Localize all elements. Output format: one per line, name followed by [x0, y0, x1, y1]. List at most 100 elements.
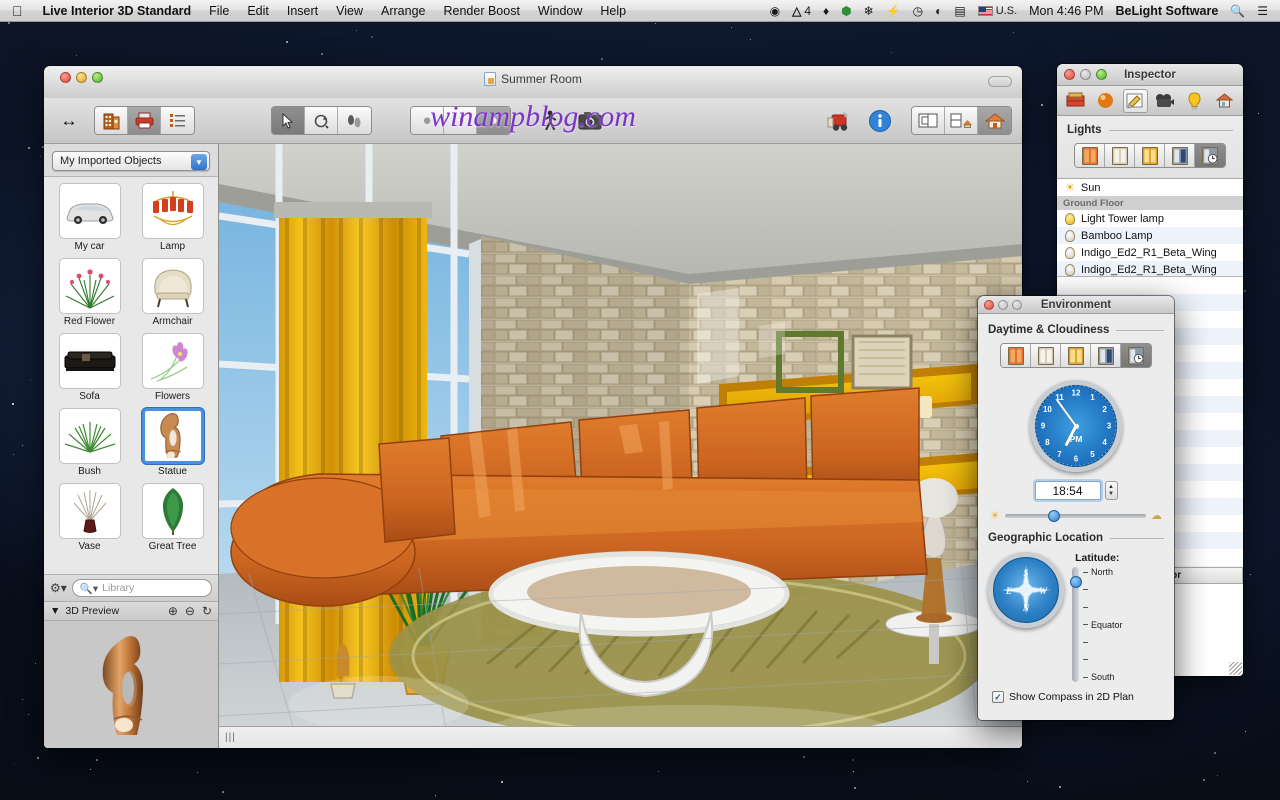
environment-titlebar[interactable]: Environment [978, 296, 1174, 314]
library-item-red-flower[interactable]: Red Flower [50, 258, 129, 331]
latitude-body[interactable]: North Equator South [1072, 567, 1123, 682]
toolbar-group-render[interactable]: ● ◑ ◑ [410, 106, 511, 135]
toolbar-group-tools[interactable] [271, 106, 372, 135]
daytime-preset-sunset[interactable] [1001, 344, 1031, 367]
light-preset-day[interactable] [1105, 144, 1135, 167]
time-row[interactable]: 18:54 ▲ ▼ [988, 481, 1164, 500]
library-item-armchair[interactable]: Armchair [133, 258, 212, 331]
library-object-grid[interactable]: My car Lamp Red Flower Armchair Sofa Flo… [44, 176, 218, 575]
menu-bar[interactable]:  Live Interior 3D Standard File Edit In… [0, 0, 1280, 22]
light-tab[interactable] [1182, 89, 1207, 113]
checkmark-badge-icon[interactable]: ◉ [764, 0, 786, 21]
leaf-icon[interactable]: ❄ [858, 0, 880, 21]
slider-knob[interactable] [1048, 510, 1060, 522]
evernote-icon[interactable]: ⬢ [835, 0, 857, 21]
compass-dial[interactable]: S W N E [988, 552, 1064, 628]
light-row[interactable]: Indigo_Ed2_R1_Beta_Wing [1057, 244, 1243, 261]
library-item-vase[interactable]: Vase [50, 483, 129, 556]
library-category-popup[interactable]: My Imported Objects ▼ [52, 151, 210, 171]
camera-icon[interactable] [575, 107, 605, 135]
resize-grip-icon[interactable] [1229, 662, 1242, 675]
main-application-window[interactable]: Summer Room ↔ ● ◑ ◑ winampblog.com My Im… [44, 66, 1022, 748]
flash-icon[interactable]: ⚡ [880, 0, 907, 21]
library-item-my-car[interactable]: My car [50, 183, 129, 256]
light-preset-evening[interactable] [1075, 144, 1105, 167]
menu-window[interactable]: Window [529, 0, 591, 21]
site-tab[interactable] [1212, 89, 1237, 113]
daytime-preset-warm[interactable] [1061, 344, 1091, 367]
arrow-select-tool[interactable] [272, 107, 305, 134]
library-item-lamp[interactable]: Lamp [133, 183, 212, 256]
slider-track[interactable] [1005, 514, 1146, 518]
close-button[interactable] [1064, 69, 1075, 80]
gouraud-shading-icon[interactable]: ◑ [444, 107, 477, 134]
main-window-titlebar[interactable]: Summer Room [44, 66, 1022, 98]
menu-help[interactable]: Help [591, 0, 635, 21]
environment-window[interactable]: Environment Daytime & Cloudiness PM 12 1… [978, 296, 1174, 720]
search-icon[interactable]: 🔍 [1224, 0, 1251, 21]
split-view-icon[interactable] [945, 107, 978, 134]
inspector-tab-bar[interactable] [1057, 86, 1243, 116]
chevron-down-icon[interactable]: ▼ [191, 154, 207, 170]
menu-view[interactable]: View [327, 0, 372, 21]
menu-insert[interactable]: Insert [278, 0, 327, 21]
zoom-button[interactable] [1012, 300, 1022, 310]
menu-render-boost[interactable]: Render Boost [434, 0, 528, 21]
light-preset-segmented-control[interactable] [1074, 143, 1226, 168]
zoom-in-icon[interactable]: ⊕ [168, 604, 178, 618]
light-row[interactable]: Bamboo Lamp [1057, 227, 1243, 244]
menu-bar-clock[interactable]: Mon 4:46 PM [1023, 0, 1109, 21]
walking-person-icon[interactable] [535, 107, 565, 135]
library-item-flowers[interactable]: Flowers [133, 333, 212, 406]
clock-icon[interactable]: ◷ [907, 0, 929, 21]
stepper-up-icon[interactable]: ▲ [1108, 484, 1114, 491]
preview-buttons[interactable]: ⊕ ⊖ ↻ [168, 604, 212, 618]
library-sidebar[interactable]: My Imported Objects ▼ My car Lamp Red Fl… [44, 144, 219, 748]
camera-tab[interactable] [1152, 89, 1177, 113]
daytime-preset-segmented-control[interactable] [1000, 343, 1152, 368]
latitude-control[interactable]: Latitude: North Equator South [1072, 552, 1123, 682]
library-item-statue[interactable]: Statue [133, 408, 212, 481]
light-preset-auto-time[interactable] [1195, 144, 1225, 167]
search-input[interactable]: 🔍▾ Library [72, 579, 212, 597]
app-name-menu[interactable]: Live Interior 3D Standard [34, 0, 201, 21]
rotate-icon[interactable]: ↻ [202, 604, 212, 618]
inspector-titlebar[interactable]: Inspector [1057, 64, 1243, 86]
library-item-bush[interactable]: Bush [50, 408, 129, 481]
toolbar-group-layout[interactable] [911, 106, 1012, 135]
list-icon[interactable] [161, 107, 194, 134]
render-truck-icon[interactable] [825, 107, 855, 135]
print-icon[interactable] [128, 107, 161, 134]
light-preset-warm[interactable] [1135, 144, 1165, 167]
time-of-day-clock[interactable]: PM 12 1 2 3 4 5 6 7 8 9 10 11 [1030, 380, 1122, 472]
battery-icon[interactable]: ▤ [948, 0, 971, 21]
rotate-tool[interactable] [305, 107, 338, 134]
walk-feet-tool[interactable] [338, 107, 371, 134]
arrows-horizontal-icon[interactable]: ↔ [54, 107, 84, 135]
time-stepper[interactable]: ▲ ▼ [1105, 481, 1118, 500]
gear-icon[interactable]: ⚙▾ [50, 581, 67, 595]
preview-viewport[interactable] [44, 621, 218, 748]
dropbox-icon[interactable]: ♦ [817, 0, 835, 21]
checkbox[interactable]: ✓ [992, 691, 1004, 703]
preview-header[interactable]: ▼ 3D Preview ⊕ ⊖ ↻ [44, 601, 218, 621]
daytime-preset-custom-time[interactable] [1121, 344, 1151, 367]
phong-shading-icon[interactable]: ◑ [477, 107, 510, 134]
daytime-preset-daylight[interactable] [1031, 344, 1061, 367]
library-item-great-tree[interactable]: Great Tree [133, 483, 212, 556]
cloudiness-slider[interactable]: ☀ ☁ [990, 509, 1162, 522]
latitude-slider-knob[interactable] [1070, 576, 1082, 588]
apple-menu-icon[interactable]:  [0, 0, 34, 21]
status-grip-icon[interactable]: ||| [225, 732, 236, 743]
user-account-menu[interactable]: BeLight Software [1109, 0, 1224, 21]
notification-center-icon[interactable]: ☰ [1251, 0, 1274, 21]
adobe-icon[interactable]: △ 4 [786, 0, 817, 21]
daytime-preset-night[interactable] [1091, 344, 1121, 367]
bulb-icon[interactable] [1065, 264, 1075, 276]
triangle-down-icon[interactable]: ▼ [50, 605, 60, 617]
zoom-out-icon[interactable]: ⊖ [185, 604, 195, 618]
plan-view-icon[interactable] [912, 107, 945, 134]
time-input[interactable]: 18:54 [1035, 481, 1101, 500]
light-preset-night[interactable] [1165, 144, 1195, 167]
show-compass-checkbox-row[interactable]: ✓ Show Compass in 2D Plan [992, 691, 1164, 703]
